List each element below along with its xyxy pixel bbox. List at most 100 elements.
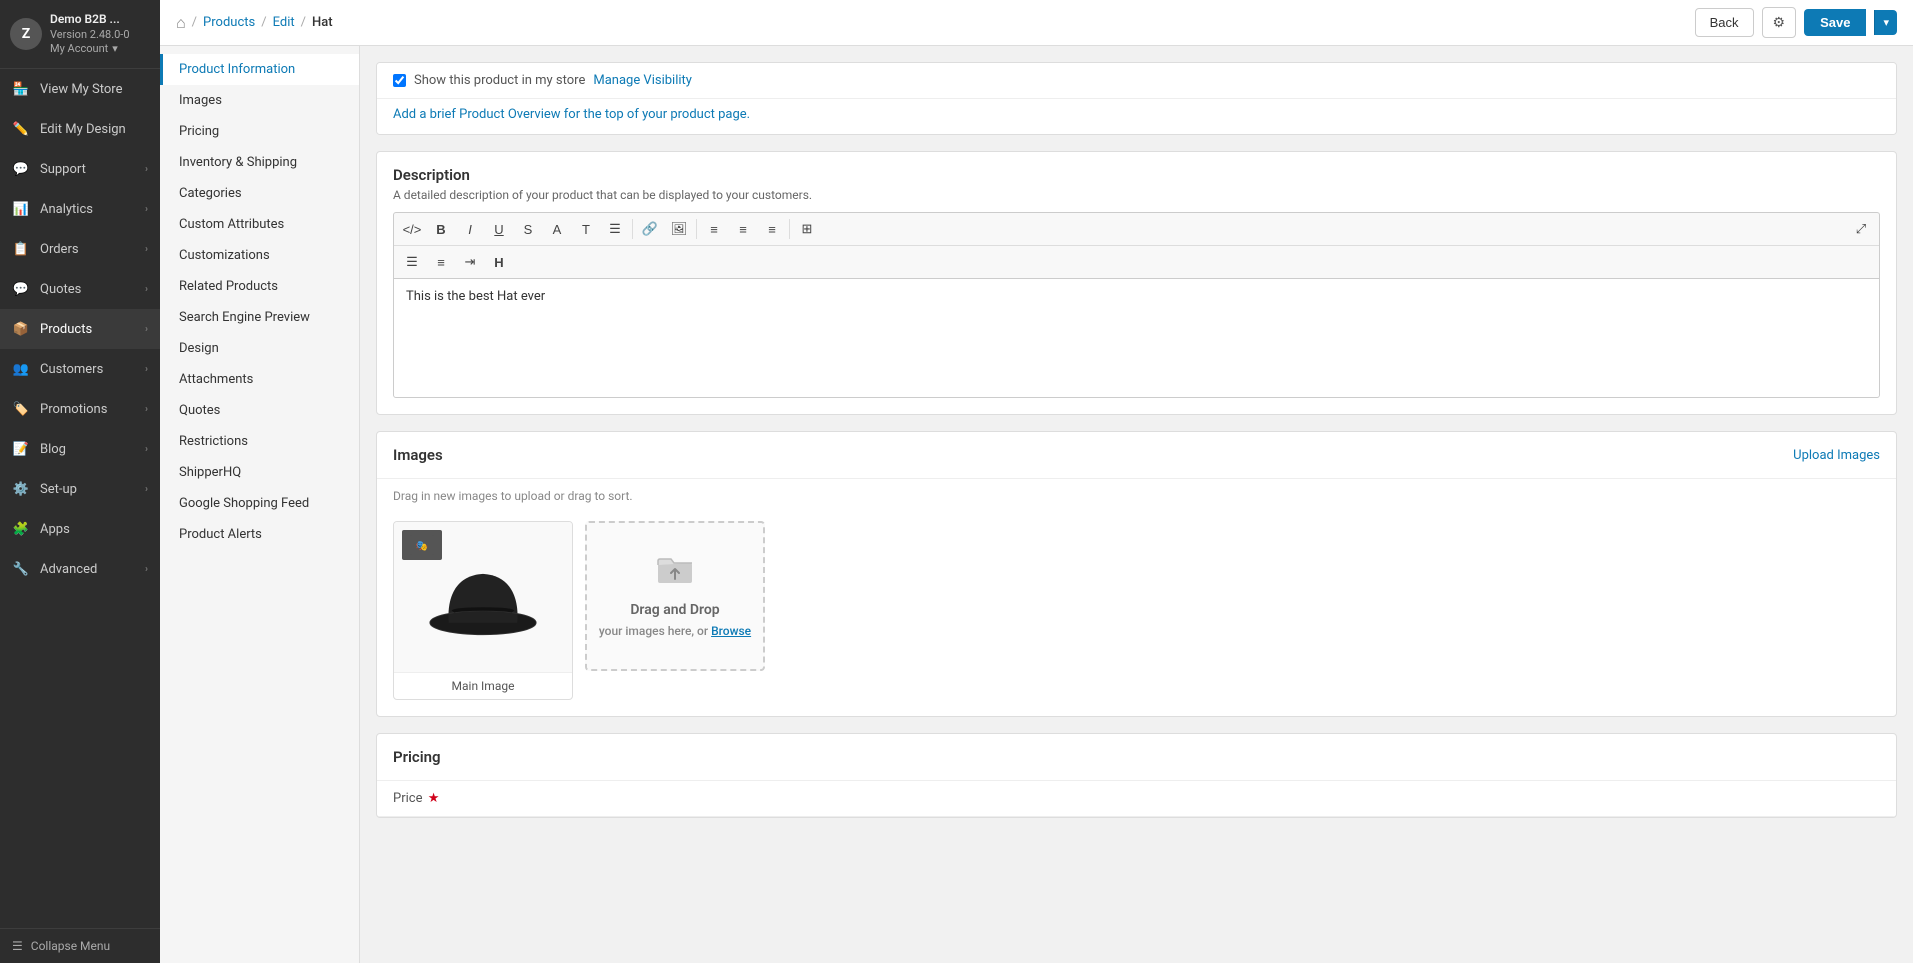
- editor-toolbar: </> B I U S A T ☰ 🔗 🖼 ≡ ≡ ≡: [393, 212, 1880, 278]
- main-area: ⌂ / Products / Edit / Hat Back ⚙ Save ▾ …: [160, 0, 1913, 963]
- left-nav-item-google-shopping-feed[interactable]: Google Shopping Feed: [160, 488, 359, 519]
- toolbar-font-color-btn[interactable]: A: [543, 216, 571, 242]
- description-subtitle: A detailed description of your product t…: [377, 188, 1896, 212]
- sidebar-item-blog[interactable]: 📝Blog›: [0, 429, 160, 469]
- browse-link[interactable]: Browse: [711, 624, 751, 638]
- customers-icon: 👥: [12, 360, 30, 378]
- left-nav-panel: Product InformationImagesPricingInventor…: [160, 46, 360, 963]
- sidebar-item-advanced[interactable]: 🔧Advanced›: [0, 549, 160, 589]
- sidebar-item-support[interactable]: 💬Support›: [0, 149, 160, 189]
- upload-images-link[interactable]: Upload Images: [1793, 448, 1880, 463]
- sidebar-item-products[interactable]: 📦Products›: [0, 309, 160, 349]
- manage-visibility-link[interactable]: Manage Visibility: [593, 73, 692, 88]
- content: Product InformationImagesPricingInventor…: [160, 46, 1913, 963]
- left-nav-item-product-alerts[interactable]: Product Alerts: [160, 519, 359, 550]
- sidebar-item-orders[interactable]: 📋Orders›: [0, 229, 160, 269]
- price-label: Price ★: [393, 791, 593, 806]
- left-nav-item-related-products[interactable]: Related Products: [160, 271, 359, 302]
- left-nav-item-attachments[interactable]: Attachments: [160, 364, 359, 395]
- toolbar-table-btn[interactable]: ⊞: [793, 216, 821, 242]
- left-nav-item-pricing[interactable]: Pricing: [160, 116, 359, 147]
- sidebar-item-label-set-up: Set-up: [40, 482, 77, 497]
- toolbar-ul-btn[interactable]: ☰: [398, 249, 426, 275]
- collapse-menu-button[interactable]: ☰ Collapse Menu: [0, 928, 160, 963]
- sidebar-item-label-promotions: Promotions: [40, 402, 107, 417]
- back-button[interactable]: Back: [1695, 8, 1754, 37]
- visibility-card: Show this product in my store Manage Vis…: [376, 62, 1897, 135]
- settings-button[interactable]: ⚙: [1762, 7, 1797, 38]
- chevron-icon-orders: ›: [145, 244, 148, 255]
- sidebar-item-edit-design[interactable]: ✏️Edit My Design: [0, 109, 160, 149]
- pricing-card: Pricing Price ★: [376, 733, 1897, 818]
- save-button[interactable]: Save: [1804, 9, 1866, 36]
- folder-upload-icon: [657, 555, 693, 585]
- toolbar-text-format-btn[interactable]: T: [572, 216, 600, 242]
- toolbar-align-center-btn[interactable]: ≡: [729, 216, 757, 242]
- sidebar-item-apps[interactable]: 🧩Apps: [0, 509, 160, 549]
- collapse-icon: ☰: [12, 939, 23, 953]
- sidebar-item-label-blog: Blog: [40, 442, 66, 457]
- main-image-card[interactable]: 🎭: [393, 521, 573, 700]
- chevron-icon-products: ›: [145, 324, 148, 335]
- left-nav-item-product-information[interactable]: Product Information: [160, 54, 359, 85]
- toolbar-link-btn[interactable]: 🔗: [636, 216, 664, 242]
- toolbar-fullscreen-btn[interactable]: ⤢: [1847, 216, 1875, 242]
- sidebar-item-analytics[interactable]: 📊Analytics›: [0, 189, 160, 229]
- left-nav-item-quotes[interactable]: Quotes: [160, 395, 359, 426]
- sidebar-item-promotions[interactable]: 🏷️Promotions›: [0, 389, 160, 429]
- toolbar-indent-btn[interactable]: ⇥: [456, 249, 484, 275]
- show-in-store-checkbox[interactable]: [393, 74, 406, 87]
- toolbar-ol-btn[interactable]: ≡: [427, 249, 455, 275]
- left-nav-item-design[interactable]: Design: [160, 333, 359, 364]
- sidebar-item-label-quotes: Quotes: [40, 282, 81, 297]
- toolbar-strike-btn[interactable]: S: [514, 216, 542, 242]
- description-editor[interactable]: This is the best Hat ever: [393, 278, 1880, 398]
- required-star: ★: [428, 791, 440, 806]
- store-icon: 🏪: [12, 80, 30, 98]
- sidebar-item-label-apps: Apps: [40, 522, 70, 537]
- toolbar-list-btn[interactable]: ☰: [601, 216, 629, 242]
- toolbar-separator-3: [789, 219, 790, 239]
- drag-drop-icon: [657, 555, 693, 592]
- left-nav-item-categories[interactable]: Categories: [160, 178, 359, 209]
- breadcrumb-products[interactable]: Products: [203, 15, 255, 30]
- collapse-menu-label: Collapse Menu: [31, 939, 110, 953]
- toolbar-italic-btn[interactable]: I: [456, 216, 484, 242]
- sidebar-item-view-store[interactable]: 🏪View My Store: [0, 69, 160, 109]
- design-icon: ✏️: [12, 120, 30, 138]
- sidebar-item-set-up[interactable]: ⚙️Set-up›: [0, 469, 160, 509]
- sidebar-item-quotes[interactable]: 💬Quotes›: [0, 269, 160, 309]
- toolbar-heading-btn[interactable]: H: [485, 249, 513, 275]
- home-icon[interactable]: ⌂: [176, 13, 186, 33]
- left-nav-item-inventory-shipping[interactable]: Inventory & Shipping: [160, 147, 359, 178]
- sidebar-item-customers[interactable]: 👥Customers›: [0, 349, 160, 389]
- toolbar-underline-btn[interactable]: U: [485, 216, 513, 242]
- toolbar-bold-btn[interactable]: B: [427, 216, 455, 242]
- left-nav-item-shipperhq[interactable]: ShipperHQ: [160, 457, 359, 488]
- toolbar-align-right-btn[interactable]: ≡: [758, 216, 786, 242]
- save-dropdown-button[interactable]: ▾: [1874, 10, 1897, 35]
- left-nav-item-custom-attributes[interactable]: Custom Attributes: [160, 209, 359, 240]
- left-nav-item-customizations[interactable]: Customizations: [160, 240, 359, 271]
- pricing-title: Pricing: [377, 734, 1896, 781]
- svg-text:🎭: 🎭: [416, 540, 428, 552]
- left-nav-item-images[interactable]: Images: [160, 85, 359, 116]
- breadcrumb: ⌂ / Products / Edit / Hat: [176, 13, 333, 33]
- chevron-icon-analytics: ›: [145, 204, 148, 215]
- left-nav-item-search-engine-preview[interactable]: Search Engine Preview: [160, 302, 359, 333]
- toolbar-row-2: ☰ ≡ ⇥ H: [394, 246, 1879, 278]
- avatar: Z: [10, 18, 42, 50]
- my-account-link[interactable]: My Account ▾: [50, 42, 130, 56]
- chevron-icon-advanced: ›: [145, 564, 148, 575]
- toolbar-align-left-btn[interactable]: ≡: [700, 216, 728, 242]
- sidebar-item-label-support: Support: [40, 162, 86, 177]
- toolbar-image-btn[interactable]: 🖼: [665, 216, 693, 242]
- sidebar-logo: Z Demo B2B ... Version 2.48.0-0 My Accou…: [0, 0, 160, 69]
- drag-drop-zone[interactable]: Drag and Drop your images here, or Brows…: [585, 521, 765, 671]
- sidebar-item-label-analytics: Analytics: [40, 202, 93, 217]
- left-nav-item-restrictions[interactable]: Restrictions: [160, 426, 359, 457]
- toolbar-code-btn[interactable]: </>: [398, 216, 426, 242]
- left-nav-items: Product InformationImagesPricingInventor…: [160, 54, 359, 550]
- product-overview-link[interactable]: Add a brief Product Overview for the top…: [393, 107, 750, 122]
- breadcrumb-edit[interactable]: Edit: [273, 15, 295, 30]
